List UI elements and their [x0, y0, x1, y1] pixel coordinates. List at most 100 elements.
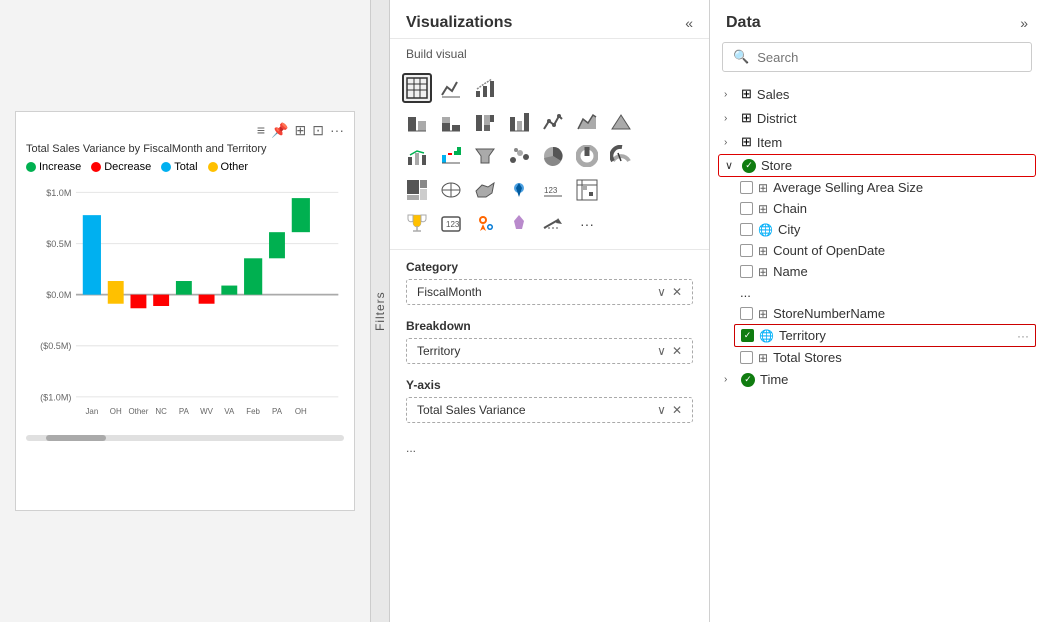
- search-box[interactable]: 🔍: [722, 42, 1032, 72]
- tree-item-store[interactable]: ∨ ✓ Store: [718, 154, 1036, 177]
- viz-icon-azure-map[interactable]: [504, 175, 534, 205]
- viz-icon-map[interactable]: [436, 175, 466, 205]
- viz-collapse-button[interactable]: «: [685, 15, 693, 31]
- tree-item-sales[interactable]: › ⊞ Sales: [718, 82, 1036, 106]
- legend-label-decrease: Decrease: [104, 161, 151, 173]
- viz-icon-treemap[interactable]: [402, 175, 432, 205]
- toolbar-filter-icon[interactable]: ⊞: [295, 122, 307, 139]
- legend-dot-total: [161, 162, 171, 172]
- legend-dot-decrease: [91, 162, 101, 172]
- data-header: Data »: [710, 0, 1044, 42]
- tree-child-totalstores[interactable]: ⊞ Total Stores: [734, 347, 1036, 368]
- legend-decrease: Decrease: [91, 161, 151, 173]
- viz-icons-section: 123 123 ···: [390, 67, 709, 250]
- field-well-category-chevron-icon[interactable]: ∨: [657, 285, 666, 299]
- viz-icon-column[interactable]: [504, 107, 534, 137]
- chevron-right-icon-district: ›: [724, 113, 736, 124]
- tree-child-storenumber[interactable]: ⊞ StoreNumberName: [734, 303, 1036, 324]
- table-icon-avg: ⊞: [758, 181, 768, 195]
- toolbar-hamburger-icon[interactable]: ≡: [257, 122, 265, 139]
- field-well-yaxis-input[interactable]: Total Sales Variance ∨ ✕: [406, 397, 693, 423]
- chart-toolbar: ≡ 📌 ⊞ ⊡ ···: [26, 122, 344, 139]
- tree-label-time: Time: [760, 372, 788, 387]
- checkbox-city[interactable]: [740, 223, 753, 236]
- field-well-breakdown-input[interactable]: Territory ∨ ✕: [406, 338, 693, 364]
- viz-icon-filled-map[interactable]: [470, 175, 500, 205]
- viz-icon-mountain[interactable]: [606, 107, 636, 137]
- table-icon-opendate: ⊞: [758, 244, 768, 258]
- chevron-right-icon-time: ›: [724, 374, 736, 385]
- viz-icon-location[interactable]: [470, 209, 500, 239]
- viz-icon-pie[interactable]: [538, 141, 568, 171]
- viz-icon-table[interactable]: [402, 73, 432, 103]
- field-wells: Category FiscalMonth ∨ ✕ Breakdown Terri…: [390, 250, 709, 622]
- toolbar-more-icon[interactable]: ···: [330, 122, 344, 139]
- checkbox-avg-selling[interactable]: [740, 181, 753, 194]
- viz-icon-card[interactable]: 123: [436, 209, 466, 239]
- viz-icons-row-3: [402, 141, 697, 171]
- svg-text:OH: OH: [110, 407, 122, 416]
- viz-icon-line-chart[interactable]: [436, 73, 466, 103]
- viz-icon-kpi[interactable]: 123: [538, 175, 568, 205]
- viz-icon-combo[interactable]: [402, 141, 432, 171]
- toolbar-expand-icon[interactable]: ⊡: [312, 122, 324, 139]
- search-input[interactable]: [757, 50, 1021, 65]
- tree-child-name[interactable]: ⊞ Name: [734, 261, 1036, 282]
- checkbox-storenumber[interactable]: [740, 307, 753, 320]
- viz-icons-row-1: [402, 73, 697, 103]
- chart-scrollbar-thumb[interactable]: [46, 435, 106, 441]
- svg-text:VA: VA: [224, 407, 235, 416]
- tree-item-time[interactable]: › ✓ Time: [718, 368, 1036, 391]
- viz-icon-gauge[interactable]: [606, 141, 636, 171]
- tree-item-district[interactable]: › ⊞ District: [718, 106, 1036, 130]
- checkbox-totalstores[interactable]: [740, 351, 753, 364]
- chevron-right-icon: ›: [724, 89, 736, 100]
- field-well-breakdown-close-icon[interactable]: ✕: [672, 344, 682, 358]
- checkbox-name[interactable]: [740, 265, 753, 278]
- viz-icon-analytics[interactable]: [470, 73, 500, 103]
- chart-body: $1.0M $0.5M $0.0M ($0.5M) ($1.0M): [26, 181, 344, 431]
- viz-icon-arrow[interactable]: [538, 209, 568, 239]
- viz-icon-line[interactable]: [538, 107, 568, 137]
- tree-child-chain[interactable]: ⊞ Chain: [734, 198, 1036, 219]
- territory-more-icon[interactable]: ···: [1017, 329, 1029, 343]
- viz-icon-100-stacked[interactable]: [470, 107, 500, 137]
- filters-tab[interactable]: Filters: [370, 0, 390, 622]
- chart-area: ≡ 📌 ⊞ ⊡ ··· Total Sales Variance by Fisc…: [0, 0, 370, 622]
- viz-icon-matrix[interactable]: [572, 175, 602, 205]
- tree-child-opendate[interactable]: ⊞ Count of OpenDate: [734, 240, 1036, 261]
- waterfall-chart-svg: $1.0M $0.5M $0.0M ($0.5M) ($1.0M): [26, 181, 344, 431]
- viz-icon-donut[interactable]: [572, 141, 602, 171]
- tree-item-item[interactable]: › ⊞ Item: [718, 130, 1036, 154]
- checkbox-territory[interactable]: ✓: [741, 329, 754, 342]
- field-well-yaxis-close-icon[interactable]: ✕: [672, 403, 682, 417]
- field-well-category-input[interactable]: FiscalMonth ∨ ✕: [406, 279, 693, 305]
- checkbox-opendate[interactable]: [740, 244, 753, 257]
- viz-icon-stacked-bar[interactable]: [436, 107, 466, 137]
- data-expand-button[interactable]: »: [1020, 15, 1028, 31]
- chart-scrollbar[interactable]: [26, 435, 344, 441]
- viz-icon-more[interactable]: ···: [572, 209, 602, 239]
- svg-text:$0.5M: $0.5M: [46, 239, 71, 249]
- label-storenumber: StoreNumberName: [773, 306, 885, 321]
- field-more-button[interactable]: ...: [406, 437, 693, 459]
- viz-icon-scatter[interactable]: [504, 141, 534, 171]
- viz-icon-bar[interactable]: [402, 107, 432, 137]
- svg-text:123: 123: [446, 220, 460, 229]
- field-well-yaxis-chevron-icon[interactable]: ∨: [657, 403, 666, 417]
- viz-icon-trophy[interactable]: [402, 209, 432, 239]
- checkbox-chain[interactable]: [740, 202, 753, 215]
- legend-increase: Increase: [26, 161, 81, 173]
- tree-child-avg-selling[interactable]: ⊞ Average Selling Area Size: [734, 177, 1036, 198]
- field-well-category-close-icon[interactable]: ✕: [672, 285, 682, 299]
- field-well-breakdown-chevron-icon[interactable]: ∨: [657, 344, 666, 358]
- item-table-icon: ⊞: [741, 134, 752, 150]
- toolbar-pin-icon[interactable]: 📌: [271, 122, 288, 139]
- viz-icon-shape[interactable]: [504, 209, 534, 239]
- tree-child-city[interactable]: 🌐 City: [734, 219, 1036, 240]
- viz-icon-funnel[interactable]: [470, 141, 500, 171]
- viz-icon-waterfall[interactable]: [436, 141, 466, 171]
- tree-child-territory[interactable]: ✓ 🌐 Territory ···: [734, 324, 1036, 347]
- viz-icon-area[interactable]: [572, 107, 602, 137]
- globe-icon-city: 🌐: [758, 223, 773, 237]
